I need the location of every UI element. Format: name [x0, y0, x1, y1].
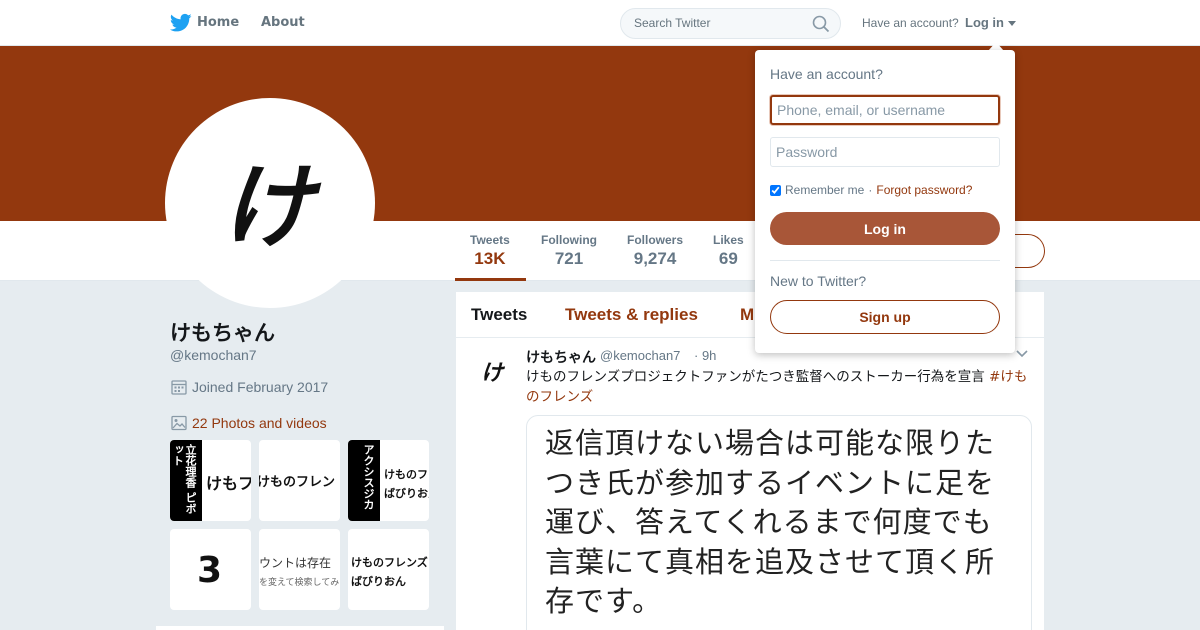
thumbnail-text: 3	[197, 550, 223, 591]
twitter-bird-icon[interactable]	[170, 13, 192, 33]
joined-date: Joined February 2017	[192, 379, 329, 395]
stat-following[interactable]: Following 721	[541, 233, 597, 269]
profile-avatar[interactable]: け	[165, 98, 375, 308]
new-to-twitter-text: New to Twitter?	[770, 273, 867, 289]
nav-about-link[interactable]: About	[261, 15, 305, 30]
forgot-password-link[interactable]: Forgot password?	[876, 183, 972, 197]
thumbnail-vertical-text: アクシスジカ	[348, 440, 380, 521]
dropdown-title: Have an account?	[770, 66, 883, 82]
tweet-body: けものフレンズプロジェクトファンがたつき監督へのストーカー行為を宣言	[526, 369, 990, 385]
thumbnail-text: を変えて検索してみ	[259, 578, 340, 588]
stat-value: 9,274	[633, 249, 677, 268]
search-input[interactable]: Search Twitter	[620, 8, 841, 39]
have-account-text: Have an account?	[862, 16, 959, 30]
stat-label: Followers	[627, 233, 684, 247]
tab-tweets-replies[interactable]: Tweets & replies	[565, 305, 698, 325]
stat-tweets[interactable]: Tweets 13K	[470, 233, 510, 269]
stat-value: 721	[554, 249, 584, 268]
active-stat-underline	[455, 278, 526, 281]
login-dropdown: Have an account? Remember me · Forgot pa…	[755, 50, 1015, 353]
remember-checkbox[interactable]	[770, 184, 781, 196]
nav-home-link[interactable]: Home	[197, 15, 239, 30]
remember-label[interactable]: Remember me	[785, 183, 864, 197]
media-thumbnail[interactable]: アクシスジカ けものフレ ばびりおん	[348, 440, 429, 521]
photos-videos-link[interactable]: 22 Photos and videos	[192, 415, 327, 431]
tweet-author-name[interactable]: けもちゃん	[526, 347, 596, 367]
media-thumbnail[interactable]: 立花理香 ピボット けもフ	[170, 440, 251, 521]
stat-followers[interactable]: Followers 9,274	[627, 233, 683, 269]
tab-tweets[interactable]: Tweets	[471, 305, 527, 325]
tweet-media-image[interactable]: 返信頂けない場合は可能な限りたつき氏が参加するイベントに足を運び、答えてくれるま…	[526, 415, 1032, 630]
caret-down-icon[interactable]	[1008, 21, 1016, 26]
tweet-text: けものフレンズプロジェクトファンがたつき監督へのストーカー行為を宣言 #けものフ…	[526, 367, 1031, 407]
separator: ·	[868, 183, 873, 197]
login-button[interactable]: Log in	[770, 212, 1000, 245]
stat-value: 69	[718, 249, 738, 268]
chevron-down-icon[interactable]	[1016, 350, 1028, 358]
tweet-avatar[interactable]: け	[481, 355, 503, 387]
media-thumbnail[interactable]: 3	[170, 529, 251, 610]
avatar-glyph: け	[220, 153, 313, 261]
tweet-timestamp[interactable]: · 9h	[694, 348, 716, 363]
username-field[interactable]	[770, 95, 1000, 125]
stat-value: 13K	[474, 249, 506, 268]
search-icon[interactable]	[812, 15, 830, 33]
sidebar-card	[156, 626, 444, 630]
top-nav: Home About Search Twitter Have an accoun…	[0, 0, 1200, 46]
stat-label: Likes	[713, 233, 744, 247]
stat-label: Following	[541, 233, 597, 247]
search-placeholder: Search Twitter	[634, 16, 711, 30]
password-field[interactable]	[770, 137, 1000, 167]
thumbnail-text: ウントは存在	[259, 556, 332, 570]
signup-button[interactable]: Sign up	[770, 300, 1000, 334]
stat-likes[interactable]: Likes 69	[713, 233, 744, 269]
thumbnail-text: けものフレンズ	[351, 556, 428, 569]
calendar-icon	[171, 380, 187, 395]
tweet-media-text: 返信頂けない場合は可能な限りたつき氏が参加するイベントに足を運び、答えてくれるま…	[545, 426, 996, 618]
profile-handle[interactable]: @kemochan7	[170, 347, 257, 363]
thumbnail-text: ばびりおん	[351, 575, 406, 588]
media-thumbnail[interactable]: けものフレン	[259, 440, 340, 521]
thumbnail-text: 立花理香	[184, 444, 197, 488]
profile-name: けもちゃん	[170, 321, 275, 345]
thumbnail-text: ばびりおん	[384, 487, 429, 500]
image-icon	[171, 415, 187, 431]
thumbnail-text: けものフレン	[259, 475, 336, 490]
thumbnail-text: アクシスジカ	[362, 444, 375, 510]
thumbnail-text: けものフレ	[384, 468, 429, 481]
divider	[770, 260, 1000, 261]
thumbnail-vertical-text: 立花理香 ピボット	[170, 440, 202, 521]
remember-row: Remember me · Forgot password?	[770, 183, 972, 197]
media-thumbnail[interactable]: ウントは存在 を変えて検索してみ	[259, 529, 340, 610]
tab-media[interactable]: M	[740, 305, 754, 325]
thumbnail-text: けもフ	[206, 474, 251, 493]
tweet-author-handle[interactable]: @kemochan7	[600, 348, 680, 363]
login-dropdown-toggle[interactable]: Log in	[965, 15, 1004, 30]
media-thumbnail[interactable]: けものフレンズ ばびりおん	[348, 529, 429, 610]
stat-label: Tweets	[470, 233, 510, 247]
